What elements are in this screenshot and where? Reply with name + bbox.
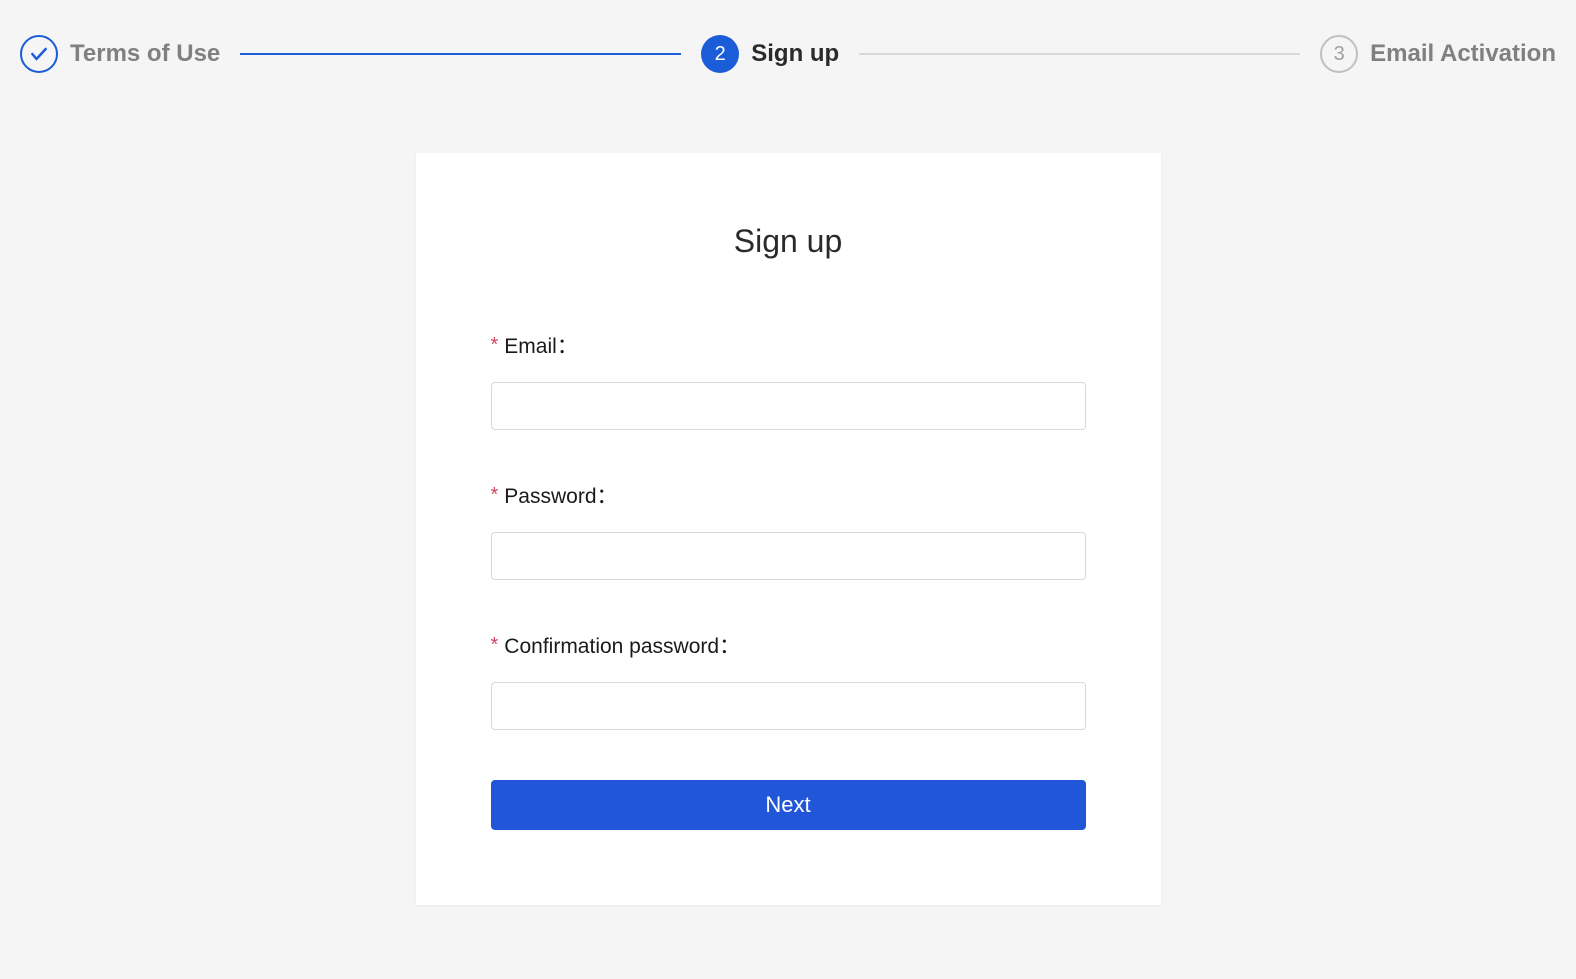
- step-label-terms: Terms of Use: [70, 40, 220, 68]
- password-label: * Password：: [491, 480, 1086, 510]
- email-label: * Email：: [491, 330, 1086, 360]
- check-icon: [29, 44, 49, 64]
- confirm-password-input[interactable]: [491, 682, 1086, 730]
- required-asterisk-icon: *: [491, 484, 499, 507]
- step-circle-active: 2: [701, 35, 739, 73]
- email-field-group: * Email：: [491, 330, 1086, 430]
- confirm-password-label-text: Confirmation password：: [504, 630, 740, 660]
- required-asterisk-icon: *: [491, 334, 499, 357]
- step-circle-completed: [20, 35, 58, 73]
- step-terms-of-use: Terms of Use: [20, 35, 220, 73]
- confirm-password-label: * Confirmation password：: [491, 630, 1086, 660]
- email-label-text: Email：: [504, 330, 578, 360]
- step-email-activation: 3 Email Activation: [1320, 35, 1556, 73]
- confirm-password-field-group: * Confirmation password：: [491, 630, 1086, 730]
- next-button[interactable]: Next: [491, 780, 1086, 830]
- progress-stepper: Terms of Use 2 Sign up 3 Email Activatio…: [0, 0, 1576, 108]
- email-input[interactable]: [491, 382, 1086, 430]
- password-field-group: * Password：: [491, 480, 1086, 580]
- step-label-activation: Email Activation: [1370, 40, 1556, 68]
- password-input[interactable]: [491, 532, 1086, 580]
- connector-pending: [859, 53, 1300, 55]
- connector-completed: [240, 53, 681, 55]
- step-circle-pending: 3: [1320, 35, 1358, 73]
- form-title: Sign up: [491, 223, 1086, 260]
- step-number-active: 2: [715, 43, 726, 66]
- password-label-text: Password：: [504, 480, 617, 510]
- step-sign-up: 2 Sign up: [701, 35, 839, 73]
- step-number-pending: 3: [1334, 43, 1345, 66]
- required-asterisk-icon: *: [491, 634, 499, 657]
- signup-card: Sign up * Email： * Password： * Confirmat…: [416, 153, 1161, 905]
- step-label-signup: Sign up: [751, 40, 839, 68]
